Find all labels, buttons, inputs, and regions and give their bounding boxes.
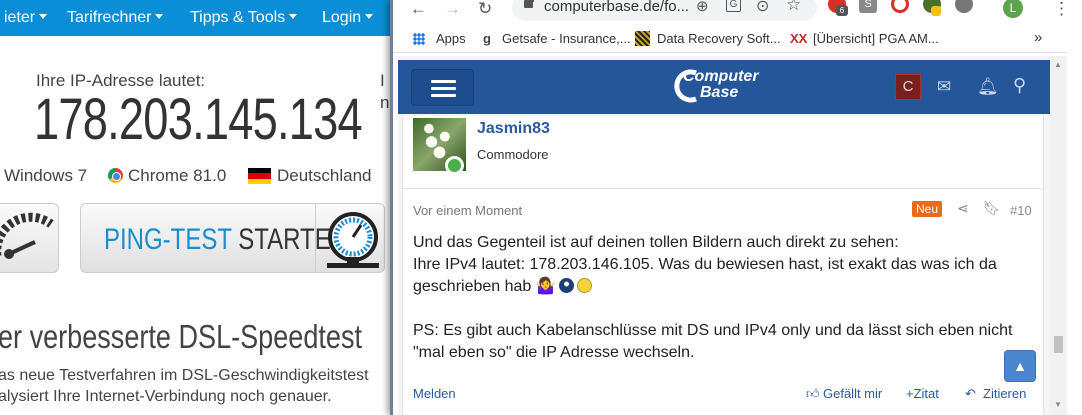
browser-window: ← → ↻ computerbase.de/fo... ⊕ G ⊙ ☆ 6 S … <box>390 0 1082 415</box>
reply-quote-link[interactable]: Zitieren <box>983 386 1026 401</box>
report-link[interactable]: Melden <box>413 386 456 401</box>
stopwatch-icon <box>327 212 379 268</box>
browser-toolbar: ← → ↻ computerbase.de/fo... ⊕ G ⊙ ☆ 6 S … <box>393 0 1082 25</box>
bell-icon[interactable]: 🔔︎ <box>977 77 999 97</box>
post-actions: Melden 👍︎ Gefällt mir +Zitat ↶ Zitieren <box>403 386 1043 406</box>
share-icon[interactable]: ⋖ <box>957 200 969 217</box>
bookmark-pga[interactable]: [Übersicht] PGA AM... <box>813 31 939 46</box>
bookmark-data-recovery[interactable]: Data Recovery Soft... <box>657 31 781 46</box>
mail-icon[interactable]: ✉ <box>937 77 951 97</box>
lock-icon <box>524 0 534 8</box>
scrollbar[interactable]: ▲ ▼ <box>1050 56 1067 415</box>
cool-emoji-icon <box>558 278 574 293</box>
top-navigation: ieter Tarifrechner Tipps & Tools Login <box>0 0 400 36</box>
new-badge: Neu <box>912 201 943 217</box>
bookmark-icon[interactable]: 🔖︎ <box>983 200 1001 217</box>
address-bar[interactable]: computerbase.de/fo... ⊕ G ⊙ ☆ <box>512 0 817 21</box>
country-info: Deutschland <box>277 166 372 185</box>
scrollbar-thumb[interactable] <box>1054 336 1063 353</box>
post-timestamp[interactable]: Vor einem Moment <box>413 203 522 218</box>
ip-address: 178.203.145.134 <box>34 87 363 152</box>
reload-icon[interactable]: ↻ <box>478 0 492 19</box>
more-menu-icon[interactable]: ⋮ <box>1053 0 1070 19</box>
apps-icon <box>413 33 425 45</box>
speedometer-icon <box>0 212 54 259</box>
more-bookmarks-icon[interactable]: » <box>1034 29 1042 46</box>
nav-item-login[interactable]: Login <box>322 9 374 27</box>
post-username[interactable]: Jasmin83 <box>477 120 550 138</box>
browser-info: Chrome 81.0 <box>128 166 227 185</box>
os-info: Windows 7 <box>4 166 88 185</box>
scroll-up-icon[interactable]: ▲ <box>1054 60 1062 69</box>
pga-icon: XX <box>790 31 808 46</box>
ping-label: PING-TEST <box>104 223 232 256</box>
url-text: computerbase.de/fo... <box>544 0 690 15</box>
section-heading: er verbesserte DSL-Speedtest <box>0 318 362 355</box>
confused-emoji-icon <box>576 278 592 293</box>
background-page: ieter Tarifrechner Tipps & Tools Login I… <box>0 0 400 415</box>
reply-icon: ↶ <box>965 386 976 401</box>
data-recovery-icon <box>635 31 650 46</box>
german-flag-icon <box>248 168 271 184</box>
post-line: PS: Es gibt auch Kabelanschlüsse mit DS … <box>413 322 1013 339</box>
divider <box>403 188 1043 189</box>
divider <box>315 204 316 272</box>
window-border <box>390 0 393 415</box>
bookmarks-bar: Apps g Getsafe - Insurance,... Data Reco… <box>393 25 1082 53</box>
add-icon[interactable]: ⊕ <box>696 0 709 15</box>
computerbase-logo[interactable]: Computer Base <box>666 65 766 105</box>
post-line: geschrieben hab 🤷‍♀️ <box>413 278 556 295</box>
post-line: Und das Gegenteil ist auf deinen tollen … <box>413 234 899 251</box>
chevron-down-icon <box>39 13 48 19</box>
cut-text: n <box>380 93 390 112</box>
zoom-icon[interactable]: ⊙ <box>756 0 769 16</box>
extension-badge <box>931 6 941 16</box>
translate-icon[interactable]: G <box>726 0 741 12</box>
post-line: "mal eben so" die IP Adresse wechseln. <box>413 344 695 361</box>
like-link[interactable]: Gefällt mir <box>823 386 882 401</box>
getsafe-icon: g <box>483 31 491 46</box>
menu-button[interactable] <box>411 69 474 106</box>
back-icon[interactable]: ← <box>410 0 427 19</box>
extension-ball-icon[interactable] <box>955 0 973 13</box>
chrome-icon <box>108 168 123 183</box>
chevron-down-icon <box>289 13 298 19</box>
bookmark-getsafe[interactable]: Getsafe - Insurance,... <box>502 31 631 46</box>
online-status-icon <box>445 156 464 175</box>
block-icon[interactable] <box>891 0 909 13</box>
post-number[interactable]: #10 <box>1010 203 1032 218</box>
quote-link[interactable]: +Zitat <box>906 386 939 401</box>
post-line <box>413 298 1033 320</box>
chevron-down-icon <box>365 13 374 19</box>
site-header: Computer Base C ✉ 🔔︎ ⚲ <box>398 60 1050 114</box>
section-text: alysiert Ihre Internet-Verbindung noch g… <box>0 388 332 405</box>
nav-item-tipps-tools[interactable]: Tipps & Tools <box>190 9 298 27</box>
extension-s-icon[interactable]: S <box>859 0 877 13</box>
search-icon[interactable]: ⚲ <box>1013 75 1026 96</box>
post-line: Ihre IPv4 lautet: 178.203.146.105. Was d… <box>413 256 997 273</box>
star-icon[interactable]: ☆ <box>786 0 801 15</box>
chevron-down-icon <box>155 13 164 19</box>
window-margin <box>1067 25 1082 415</box>
scroll-to-top-button[interactable]: ▲ <box>1004 350 1036 382</box>
nav-item-anbieter[interactable]: ieter <box>4 9 48 27</box>
user-avatar[interactable]: C <box>895 74 921 100</box>
post-body: Und das Gegenteil ist auf deinen tollen … <box>413 232 1033 364</box>
thumbs-up-icon: 👍︎ <box>806 386 820 401</box>
forward-icon[interactable]: → <box>444 0 461 19</box>
ping-test-button[interactable]: PING-TEST STARTEN <box>80 203 385 273</box>
profile-avatar[interactable]: L <box>1003 0 1023 18</box>
speedtest-button[interactable] <box>0 203 59 273</box>
post-line-with-emoji: geschrieben hab 🤷‍♀️ <box>413 276 1033 298</box>
scroll-down-icon[interactable]: ▼ <box>1054 400 1062 409</box>
forum-page: Computer Base C ✉ 🔔︎ ⚲ Jasmin83 Commodor… <box>398 56 1050 415</box>
section-text: as neue Testverfahren im DSL-Geschwindig… <box>0 367 369 384</box>
bookmark-apps[interactable]: Apps <box>436 31 466 46</box>
user-title: Commodore <box>477 147 549 162</box>
cut-text: I <box>380 71 385 90</box>
extension-badge: 6 <box>836 5 848 16</box>
nav-item-tarifrechner[interactable]: Tarifrechner <box>67 9 164 27</box>
logo-text-bottom: Base <box>700 84 739 101</box>
forum-post: Jasmin83 Commodore Vor einem Moment Neu … <box>402 116 1044 415</box>
